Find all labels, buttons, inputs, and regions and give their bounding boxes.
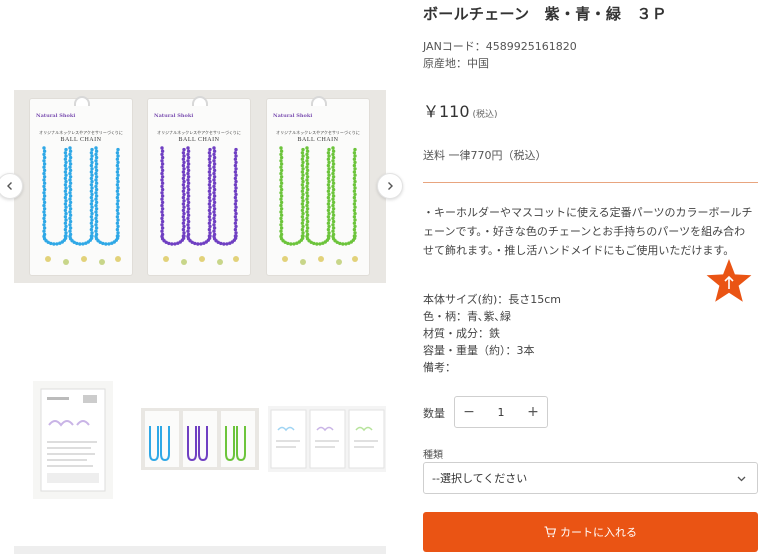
product-description: ・キーホルダーやマスコットに使える定番パーツのカラーボールチェーンです。・好きな… [423,206,753,257]
quantity-stepper[interactable]: − 1 + [454,396,548,428]
ball-chains [160,146,238,246]
package-label: BALL CHAIN [178,137,220,143]
product-card-blue: Natural Shoki オリジナルネックレスやアクセサリーづくりに BALL… [29,96,133,276]
chevron-left-icon [7,182,12,190]
chevron-down-icon [737,476,746,481]
variant-select[interactable]: --選択してください [423,462,758,494]
scroll-top-button[interactable] [706,258,752,304]
spec-pattern: 色・柄：青､紫､緑 [423,310,511,323]
origin: 原産地：中国 [423,57,489,70]
price-row: ￥110 (税込) [423,98,498,122]
jan-code: JANコード：4589925161820 [423,40,577,53]
thumbnail-scrollbar[interactable] [14,546,386,554]
brand-logo: Natural Shoki [273,113,313,119]
package-back-thumbnail [40,388,106,492]
quantity-value[interactable]: 1 [483,406,519,419]
quantity-label: 数量 [423,407,445,420]
thumbnail-1[interactable] [33,381,113,499]
product-card-green: Natural Shoki オリジナルネックレスやアクセサリーづくりに BALL… [266,96,370,276]
flower-decoration [45,256,121,265]
ball-chains [279,146,357,246]
brand-logo: Natural Shoki [154,113,194,119]
spec-material: 材質・成分：鉄 [423,327,500,340]
product-main-image[interactable]: Natural Shoki オリジナルネックレスやアクセサリーづくりに BALL… [14,90,386,283]
tax-note: (税込) [472,110,498,120]
divider [423,182,758,183]
flower-decoration [282,256,358,265]
spec-notes: 備考： [423,361,456,374]
add-to-cart-label: カートに入れる [560,526,637,539]
flower-decoration [163,256,239,265]
spec-capacity: 容量・重量（約）：3本 [423,344,535,357]
thumbnail-2[interactable] [141,408,259,470]
cart-icon [544,526,556,538]
product-front-thumbnail [145,411,255,467]
add-to-cart-button[interactable]: カートに入れる [423,512,758,552]
package-label: BALL CHAIN [297,137,339,143]
price: ￥110 [423,102,470,121]
product-card-purple: Natural Shoki オリジナルネックレスやアクセサリーづくりに BALL… [147,96,251,276]
variant-select-value: --選択してください [432,472,528,485]
thumbnail-3[interactable] [268,406,386,472]
spec-size: 本体サイズ(約)：長さ15cm [423,293,562,306]
quantity-increment-button[interactable]: + [519,397,547,427]
package-backs-thumbnail [270,409,385,469]
ball-chains [42,146,120,246]
package-label: BALL CHAIN [60,137,102,143]
variant-label: 種類 [423,450,443,461]
carousel-next-button[interactable] [377,173,403,199]
shipping-fee: 送料 一律770円（税込） [423,149,547,162]
product-title: ボールチェーン 紫・青・緑 ３Ｐ [423,5,668,23]
brand-logo: Natural Shoki [36,113,76,119]
chevron-right-icon [388,182,393,190]
quantity-decrement-button[interactable]: − [455,397,483,427]
